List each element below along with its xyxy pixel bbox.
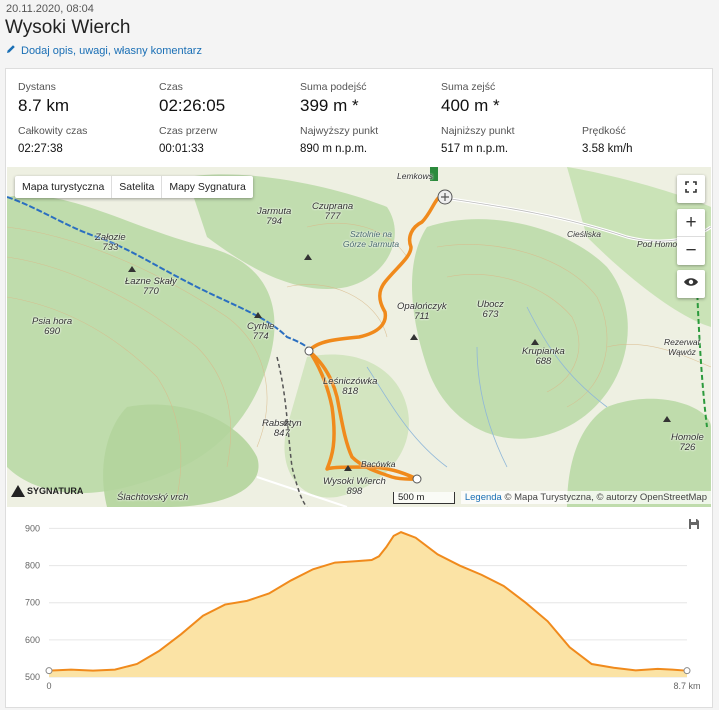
y-tick-label: 500 (25, 672, 40, 682)
map-label-lesniczowka: Leśniczówka 818 (323, 376, 378, 397)
stat-distance-label: Dystans (18, 81, 56, 93)
y-tick-label: 800 (25, 561, 40, 571)
map-label-czuprana: Czuprana 777 (312, 201, 354, 222)
stat-distance-value: 8.7 km (18, 96, 70, 115)
stat-speed-label: Prędkość (582, 125, 626, 137)
map-label-ciesliska: Cieśliska (567, 229, 602, 239)
attribution-text: © Mapa Turystyczna, © autorzy OpenStreet… (504, 492, 707, 503)
endpoint-marker (45, 667, 53, 675)
sygnatura-logo: SYGNATURA (11, 485, 83, 497)
map-label-bacowka: Bacówka (361, 459, 396, 469)
add-description-label: Dodaj opis, uwagi, własny komentarz (21, 44, 202, 57)
y-tick-label: 600 (25, 635, 40, 645)
map-label-cyrhle: Cyrhle 774 (247, 321, 275, 342)
route-map[interactable]: Załozie 733 Łazne Skały 770 Jarmuta 794 Czu… (7, 167, 711, 507)
fullscreen-button[interactable] (677, 175, 705, 203)
stat-time-value: 02:26:05 (159, 96, 226, 115)
zoom-in-button[interactable]: + (677, 209, 705, 237)
map-label-sztolnie: Sztolnie na Górze Jarmuta (342, 229, 400, 249)
map-label-ubocz: Ubocz 673 (477, 299, 504, 320)
map-label-rabsztyn: Rabsztyn 847 (262, 418, 302, 439)
stat-speed: Prędkość 3.58 km/h (582, 125, 633, 155)
map-label-jarmuta: Jarmuta 794 (257, 206, 292, 227)
tab-mapa-turystyczna[interactable]: Mapa turystyczna (15, 176, 113, 198)
stat-lowest: Najniższy punkt 517 m n.p.m. (441, 125, 515, 155)
stat-lowest-value: 517 m n.p.m. (441, 143, 509, 155)
stat-time-label: Czas (159, 81, 183, 93)
map-label-wysoki-wierch: Wysoki Wierch 898 (323, 476, 386, 497)
stat-total-time-value: 02:27:38 (18, 143, 63, 155)
stat-descent-value: 400 m * (441, 96, 500, 115)
stat-distance: Dystans 8.7 km (18, 81, 69, 116)
map-attribution: Legenda © Mapa Turystyczna, © autorzy Op… (460, 491, 711, 504)
x-tick-label-start: 0 (46, 681, 51, 691)
elevation-area (49, 532, 687, 677)
legend-link[interactable]: Legenda (465, 492, 502, 503)
zoom-controls: + − (677, 209, 705, 265)
activity-card: Dystans 8.7 km Czas 02:26:05 Suma podejś… (5, 68, 713, 708)
map-label-lazne-skaly: Łazne Skały 770 (125, 276, 177, 297)
stat-break-time-value: 00:01:33 (159, 143, 204, 155)
fullscreen-icon (685, 180, 697, 198)
map-label-rezerwat: Rezerwat Wąwóz (664, 337, 700, 357)
elevation-chart: 500 600 700 800 900 0 8.7 km (25, 523, 701, 691)
compass-icon (11, 485, 25, 497)
pencil-icon (6, 44, 16, 57)
stat-break-time: Czas przerw 00:01:33 (159, 125, 217, 155)
stat-lowest-label: Najniższy punkt (441, 125, 515, 137)
stat-descent: Suma zejść 400 m * (441, 81, 500, 116)
stat-time: Czas 02:26:05 (159, 81, 225, 116)
eye-icon (683, 275, 699, 293)
stat-ascent: Suma podejść 399 m * (300, 81, 367, 116)
map-scale: 500 m (393, 492, 455, 504)
map-label-slachtovsky: Ślachtovský vrch (117, 492, 189, 503)
map-label-zalozie: Załozie 733 (95, 232, 126, 253)
map-terrain (7, 167, 711, 507)
stat-break-time-label: Czas przerw (159, 125, 218, 137)
activity-date: 20.11.2020, 08:04 (6, 3, 94, 15)
stat-descent-label: Suma zejść (441, 81, 496, 93)
map-label-homole: Homole 726 (671, 432, 704, 453)
zoom-out-button[interactable]: − (677, 237, 705, 265)
save-icon[interactable] (688, 517, 700, 529)
x-tick-label-end: 8.7 km (673, 681, 700, 691)
tab-satelita[interactable]: Satelita (112, 176, 163, 198)
stat-ascent-label: Suma podejść (300, 81, 367, 93)
map-label-lemkows: Lemkows (397, 171, 433, 181)
minus-icon: − (685, 240, 697, 261)
stats-panel: Dystans 8.7 km Czas 02:26:05 Suma podejś… (6, 69, 712, 165)
map-layer-tabs: Mapa turystyczna Satelita Mapy Sygnatura (15, 176, 253, 198)
map-label-krupianka: Krupianka 688 (522, 346, 565, 367)
elevation-profile: 500 600 700 800 900 0 8.7 km (6, 509, 712, 707)
stat-highest: Najwyższy punkt 890 m n.p.m. (300, 125, 378, 155)
endpoint-marker (683, 667, 691, 675)
tab-mapy-sygnatura[interactable]: Mapy Sygnatura (162, 176, 252, 198)
stat-highest-value: 890 m n.p.m. (300, 143, 368, 155)
map-label-opalonczyk: Opalończyk 711 (397, 301, 447, 322)
stat-ascent-value: 399 m * (300, 96, 359, 115)
plus-icon: + (685, 211, 697, 233)
stat-total-time: Całkowity czas 02:27:38 (18, 125, 87, 155)
stat-highest-label: Najwyższy punkt (300, 125, 379, 137)
add-description-link[interactable]: Dodaj opis, uwagi, własny komentarz (6, 44, 202, 57)
y-tick-label: 700 (25, 598, 40, 608)
visibility-toggle-button[interactable] (677, 270, 705, 298)
stat-speed-value: 3.58 km/h (582, 143, 633, 155)
page-title: Wysoki Wierch (5, 17, 131, 38)
y-tick-label: 900 (25, 523, 40, 533)
stat-total-time-label: Całkowity czas (18, 125, 88, 137)
map-label-psia-hora: Psia hora 690 (32, 316, 73, 337)
